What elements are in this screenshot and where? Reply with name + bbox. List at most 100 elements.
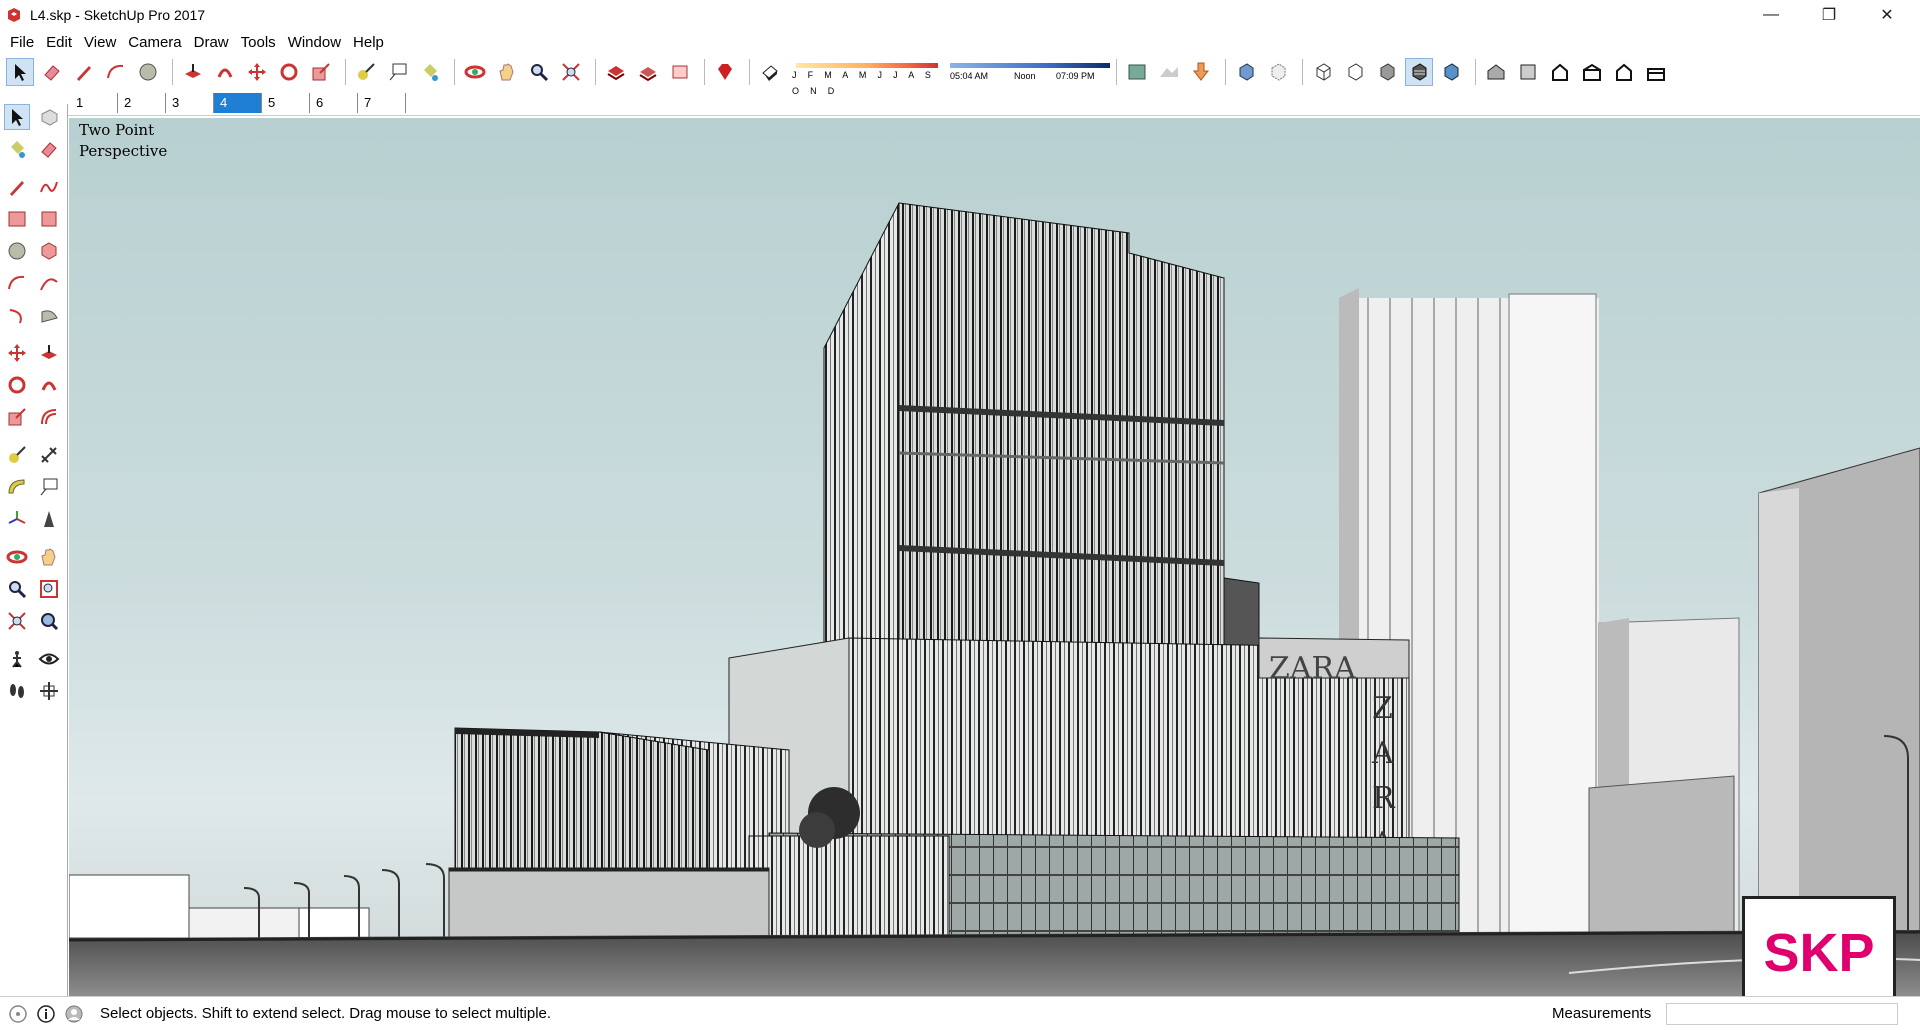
close-button[interactable]: ✕ xyxy=(1858,0,1916,30)
line-tool[interactable] xyxy=(4,174,30,200)
pan-tool[interactable] xyxy=(36,544,62,570)
push-pull-button[interactable] xyxy=(179,58,207,86)
date-slider[interactable]: J F M A M J J A S O N D xyxy=(792,61,942,96)
circle-tool-button[interactable] xyxy=(134,58,162,86)
push-pull-tool[interactable] xyxy=(36,340,62,366)
section-plane-tool[interactable] xyxy=(36,678,62,704)
eraser-tool[interactable] xyxy=(36,136,62,162)
rotated-rectangle-tool[interactable] xyxy=(36,206,62,232)
scene-tab-5[interactable]: 5 xyxy=(262,92,310,113)
select-tool-button[interactable] xyxy=(6,58,34,86)
share-component-button[interactable] xyxy=(666,58,694,86)
model-viewport[interactable]: ZARA Z A R A Two Point Perspective SKP xyxy=(69,118,1920,996)
display-shadows-button[interactable] xyxy=(756,58,784,86)
scene-tab-6[interactable]: 6 xyxy=(310,92,358,113)
walk-tool[interactable] xyxy=(4,678,30,704)
toolbar-separator xyxy=(345,59,346,85)
style-hidden-line-button[interactable] xyxy=(1341,58,1369,86)
menu-window[interactable]: Window xyxy=(282,34,347,51)
user-account-icon[interactable] xyxy=(64,1004,84,1024)
view-top-button[interactable] xyxy=(1514,58,1542,86)
menu-file[interactable]: File xyxy=(4,34,40,51)
menu-draw[interactable]: Draw xyxy=(188,34,235,51)
view-back-button[interactable] xyxy=(1610,58,1638,86)
two-point-arc-tool[interactable] xyxy=(36,270,62,296)
rotate-tool[interactable] xyxy=(4,372,30,398)
pie-tool[interactable] xyxy=(36,302,62,328)
style-xray-button[interactable] xyxy=(1232,58,1260,86)
circle-tool[interactable] xyxy=(4,238,30,264)
tape-measure-tool[interactable] xyxy=(4,442,30,468)
scene-tab-1[interactable]: 1 xyxy=(70,92,118,113)
line-tool-button[interactable] xyxy=(70,58,98,86)
geolocation-icon[interactable] xyxy=(8,1004,28,1024)
time-slider[interactable]: 05:04 AM Noon 07:09 PM xyxy=(950,61,1110,83)
paint-bucket-tool[interactable] xyxy=(4,136,30,162)
dimension-tool[interactable] xyxy=(36,442,62,468)
menu-tools[interactable]: Tools xyxy=(235,34,282,51)
previous-view-tool[interactable] xyxy=(36,608,62,634)
freehand-tool[interactable] xyxy=(36,174,62,200)
menu-camera[interactable]: Camera xyxy=(122,34,187,51)
scale-tool-button[interactable] xyxy=(307,58,335,86)
style-wireframe-button[interactable] xyxy=(1309,58,1337,86)
polygon-tool[interactable] xyxy=(36,238,62,264)
3d-text-tool[interactable] xyxy=(36,506,62,532)
follow-me-button[interactable] xyxy=(211,58,239,86)
pan-button[interactable] xyxy=(493,58,521,86)
paint-bucket-button[interactable] xyxy=(416,58,444,86)
get-photo-texture-button[interactable] xyxy=(1187,58,1215,86)
text-tool-button[interactable] xyxy=(384,58,412,86)
eraser-tool-button[interactable] xyxy=(38,58,66,86)
scene-tab-7[interactable]: 7 xyxy=(358,92,406,113)
menu-view[interactable]: View xyxy=(78,34,122,51)
view-left-button[interactable] xyxy=(1642,58,1670,86)
make-component-tool[interactable] xyxy=(36,104,62,130)
zoom-window-tool[interactable] xyxy=(36,576,62,602)
zoom-extents-button[interactable] xyxy=(557,58,585,86)
share-model-button[interactable] xyxy=(634,58,662,86)
view-iso-button[interactable] xyxy=(1482,58,1510,86)
arc-tool-button[interactable] xyxy=(102,58,130,86)
style-monochrome-button[interactable] xyxy=(1437,58,1465,86)
zoom-button[interactable] xyxy=(525,58,553,86)
zoom-extents-tool[interactable] xyxy=(4,608,30,634)
rotate-tool-button[interactable] xyxy=(275,58,303,86)
move-tool-button[interactable] xyxy=(243,58,271,86)
add-location-button[interactable] xyxy=(1123,58,1151,86)
offset-tool[interactable] xyxy=(36,404,62,430)
measurements-input[interactable] xyxy=(1666,1003,1898,1025)
three-point-arc-tool[interactable] xyxy=(4,302,30,328)
orbit-tool[interactable] xyxy=(4,544,30,570)
toggle-terrain-button[interactable] xyxy=(1155,58,1183,86)
text-tool[interactable] xyxy=(36,474,62,500)
protractor-tool[interactable] xyxy=(4,474,30,500)
extension-warehouse-button[interactable] xyxy=(711,58,739,86)
style-back-edges-button[interactable] xyxy=(1264,58,1292,86)
tape-measure-button[interactable] xyxy=(352,58,380,86)
orbit-button[interactable] xyxy=(461,58,489,86)
scene-tab-3[interactable]: 3 xyxy=(166,92,214,113)
scene-tab-4[interactable]: 4 xyxy=(214,92,262,113)
follow-me-tool[interactable] xyxy=(36,372,62,398)
style-shaded-button[interactable] xyxy=(1373,58,1401,86)
move-tool[interactable] xyxy=(4,340,30,366)
credits-info-icon[interactable] xyxy=(36,1004,56,1024)
rectangle-tool[interactable] xyxy=(4,206,30,232)
select-tool[interactable] xyxy=(4,104,30,130)
restore-button[interactable]: ❐ xyxy=(1800,0,1858,30)
look-around-tool[interactable] xyxy=(36,646,62,672)
scene-tab-2[interactable]: 2 xyxy=(118,92,166,113)
style-shaded-textures-button[interactable] xyxy=(1405,58,1433,86)
view-front-button[interactable] xyxy=(1546,58,1574,86)
arc-tool[interactable] xyxy=(4,270,30,296)
axes-tool[interactable] xyxy=(4,506,30,532)
menu-help[interactable]: Help xyxy=(347,34,390,51)
warehouse-button[interactable] xyxy=(602,58,630,86)
minimize-button[interactable]: — xyxy=(1742,0,1800,30)
menu-edit[interactable]: Edit xyxy=(40,34,78,51)
position-camera-tool[interactable] xyxy=(4,646,30,672)
scale-tool[interactable] xyxy=(4,404,30,430)
zoom-tool[interactable] xyxy=(4,576,30,602)
view-right-button[interactable] xyxy=(1578,58,1606,86)
